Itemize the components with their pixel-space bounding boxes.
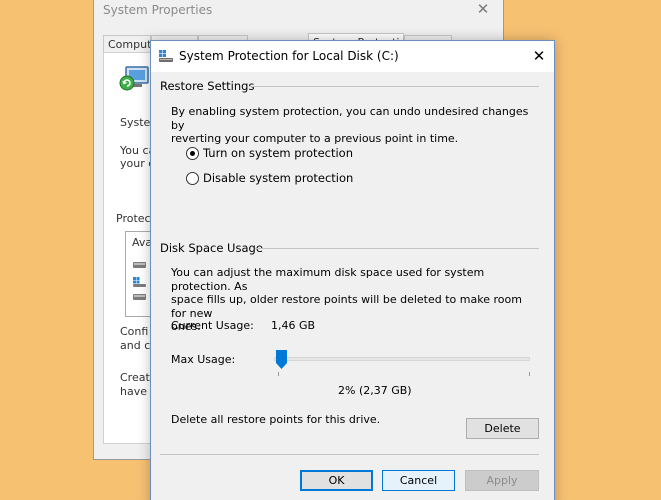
drive-icon bbox=[133, 294, 146, 300]
delete-button[interactable]: Delete bbox=[466, 418, 539, 439]
tab-computer-name[interactable]: Computer Name bbox=[103, 35, 151, 53]
configure-fragment: Confi bbox=[120, 325, 149, 338]
current-usage-value: 1,46 GB bbox=[271, 319, 316, 332]
create-fragment-2: have bbox=[120, 385, 147, 398]
current-usage-label: Current Usage: bbox=[171, 319, 254, 332]
configure-fragment-2: and c bbox=[120, 339, 151, 352]
turn-on-protection-label: Turn on system protection bbox=[203, 146, 353, 160]
drive-icon bbox=[133, 262, 146, 268]
disk-space-divider bbox=[255, 248, 539, 249]
disable-protection-radio[interactable] bbox=[186, 171, 199, 185]
system-properties-close-icon[interactable]: ✕ bbox=[471, 0, 495, 19]
dialog-title-bar[interactable]: System Protection for Local Disk (C:) ✕ bbox=[151, 41, 554, 72]
slider-tick bbox=[529, 372, 530, 376]
max-usage-label: Max Usage: bbox=[171, 353, 236, 366]
restore-settings-divider bbox=[249, 86, 539, 87]
max-usage-value: 2% (2,37 GB) bbox=[338, 384, 412, 397]
ok-button[interactable]: OK bbox=[300, 470, 373, 491]
cancel-button[interactable]: Cancel bbox=[382, 470, 455, 491]
turn-on-protection-option[interactable]: Turn on system protection bbox=[186, 145, 353, 161]
restore-settings-description: By enabling system protection, you can u… bbox=[171, 105, 531, 146]
system-properties-title: System Properties bbox=[103, 3, 213, 17]
restore-settings-heading: Restore Settings bbox=[160, 79, 255, 93]
restore-description-line: By enabling system protection, you can u… bbox=[171, 105, 529, 132]
close-icon[interactable]: ✕ bbox=[524, 41, 554, 71]
disk-description-line: You can adjust the maximum disk space us… bbox=[171, 266, 485, 293]
system-restore-icon bbox=[119, 66, 149, 91]
system-drive-icon bbox=[133, 277, 146, 287]
footer-divider bbox=[160, 454, 539, 455]
turn-on-protection-radio[interactable] bbox=[186, 146, 199, 160]
disable-protection-option[interactable]: Disable system protection bbox=[186, 170, 353, 186]
delete-restore-points-text: Delete all restore points for this drive… bbox=[171, 413, 381, 426]
restore-description-line: reverting your computer to a previous po… bbox=[171, 132, 459, 145]
max-usage-slider-thumb[interactable] bbox=[275, 350, 287, 369]
disable-protection-label: Disable system protection bbox=[203, 171, 354, 185]
max-usage-slider-track[interactable] bbox=[274, 357, 530, 361]
disk-description-line: space fills up, older restore points wil… bbox=[171, 293, 522, 320]
disk-space-heading: Disk Space Usage bbox=[160, 241, 263, 255]
apply-button: Apply bbox=[465, 470, 539, 491]
system-protection-dialog: System Protection for Local Disk (C:) ✕ … bbox=[150, 40, 555, 500]
dialog-title: System Protection for Local Disk (C:) bbox=[179, 49, 399, 63]
slider-tick bbox=[278, 372, 279, 376]
drive-windows-icon bbox=[159, 50, 173, 62]
